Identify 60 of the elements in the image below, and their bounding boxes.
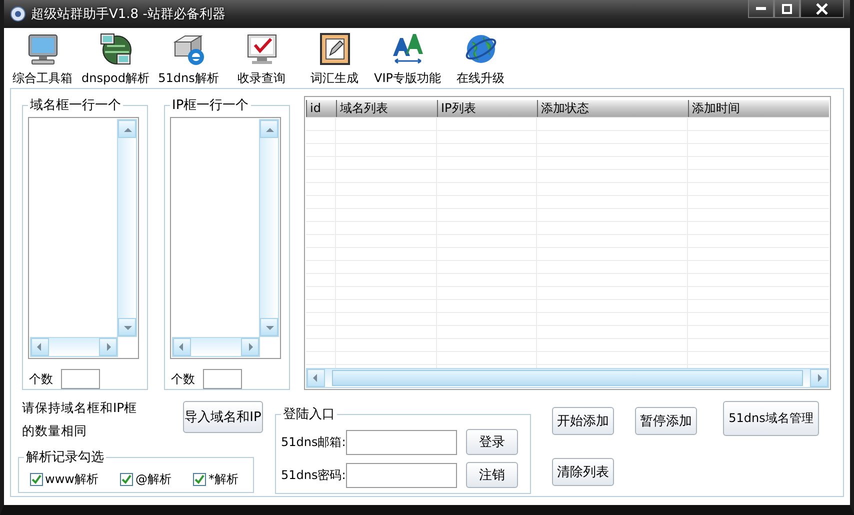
- login-button[interactable]: 登录: [466, 429, 518, 455]
- note-text: 请保持域名框和IP框: [22, 400, 138, 417]
- monitor-check-icon: [244, 32, 278, 66]
- scrollbar[interactable]: [117, 119, 137, 337]
- count-label: 个数: [171, 370, 195, 388]
- action-button[interactable]: 暂停添加: [635, 407, 697, 435]
- scrollbar[interactable]: [30, 337, 118, 357]
- scrollbar[interactable]: [172, 337, 260, 357]
- column-header[interactable]: IP列表: [437, 100, 537, 117]
- scrollbar[interactable]: [306, 368, 829, 388]
- minimize-button[interactable]: [748, 0, 774, 18]
- maximize-icon: [782, 4, 792, 14]
- checkbox-label: www解析: [45, 471, 98, 488]
- notepad-icon: [318, 32, 352, 66]
- checkbox-label: *解析: [208, 471, 238, 488]
- input-field[interactable]: [346, 430, 457, 454]
- group-title: IP框一行一个: [171, 97, 250, 114]
- count-field[interactable]: [203, 369, 242, 389]
- toolbar-button[interactable]: 词汇生成: [298, 28, 371, 88]
- checkbox-label: @解析: [135, 471, 172, 488]
- toolbar-button[interactable]: 51dns解析: [152, 28, 225, 88]
- app-icon: [10, 6, 26, 22]
- group-title: 登陆入口: [282, 406, 336, 423]
- close-button[interactable]: [800, 0, 844, 18]
- font-icon: [390, 32, 424, 66]
- monitor-icon: [26, 32, 60, 66]
- toolbar-button[interactable]: dnspod解析: [79, 28, 152, 88]
- close-icon: [816, 2, 828, 14]
- checkbox[interactable]: [30, 473, 43, 486]
- group-title: 解析记录勾选: [25, 449, 105, 466]
- action-button[interactable]: 开始添加: [552, 407, 614, 435]
- count-field[interactable]: [61, 369, 100, 389]
- checkbox[interactable]: [193, 473, 206, 486]
- import-button[interactable]: 导入域名和IP: [183, 401, 263, 433]
- minimize-icon: [756, 7, 766, 10]
- column-header[interactable]: 添加状态: [537, 100, 688, 117]
- field-label: 51dns密码:: [281, 466, 346, 484]
- toolbar-button[interactable]: VIP专版功能: [371, 28, 444, 88]
- scrollbar[interactable]: [259, 119, 279, 337]
- network-icon: [98, 32, 132, 66]
- group-title: 域名框一行一个: [29, 97, 122, 114]
- maximize-button[interactable]: [774, 0, 800, 18]
- input-field[interactable]: [346, 462, 457, 488]
- text-area[interactable]: [170, 117, 281, 359]
- toolbar-button[interactable]: 综合工具箱: [6, 28, 79, 88]
- column-header[interactable]: id: [306, 100, 336, 117]
- window-title: 超级站群助手V1.8 -站群必备利器: [31, 6, 226, 23]
- count-label: 个数: [29, 370, 53, 388]
- field-label: 51dns邮箱:: [281, 434, 346, 450]
- action-button[interactable]: 51dns域名管理: [723, 401, 819, 436]
- note-text: 的数量相同: [22, 423, 88, 440]
- text-area[interactable]: [28, 117, 139, 359]
- checkbox[interactable]: [120, 473, 134, 486]
- globe-icon: [464, 32, 498, 66]
- column-header[interactable]: 添加时间: [688, 100, 829, 117]
- toolbar-button[interactable]: 在线升级: [444, 28, 517, 88]
- action-button[interactable]: 清除列表: [552, 458, 614, 486]
- column-header[interactable]: 域名列表: [336, 100, 437, 117]
- login-button[interactable]: 注销: [466, 462, 518, 488]
- toolbar-button[interactable]: 收录查询: [225, 28, 298, 88]
